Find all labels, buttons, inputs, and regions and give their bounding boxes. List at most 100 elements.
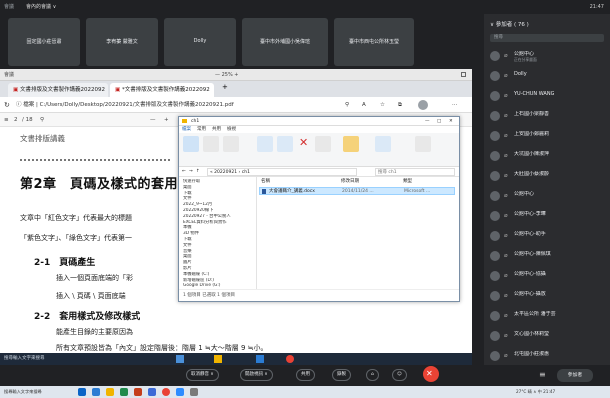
participant-row[interactable]: ⌀ 上石國小梁靜善: [490, 108, 606, 124]
unmute-button[interactable]: 取消靜音 ∨: [186, 369, 219, 381]
app-icon[interactable]: [190, 388, 198, 396]
participant-row[interactable]: ⌀ YU-CHUN WANG: [490, 88, 606, 104]
participant-row[interactable]: ⌀ 太平區公所 潘于芸: [490, 308, 606, 324]
participant-name: 大肚國小蔡淑齡: [514, 171, 550, 177]
participant-status: 正在分享畫面: [514, 57, 537, 62]
start-icon[interactable]: [78, 388, 86, 396]
zoom-icon[interactable]: ⚲: [345, 97, 349, 113]
avatar: [490, 111, 500, 121]
chrome-icon: [286, 355, 294, 363]
delete-icon[interactable]: ✕: [299, 136, 308, 150]
avatar: [490, 171, 500, 181]
ribbon-tab-view[interactable]: 檢視: [227, 126, 236, 133]
copy-icon[interactable]: [203, 136, 219, 152]
close-button[interactable]: ✕: [449, 117, 453, 126]
column-header-type[interactable]: 類型: [403, 178, 412, 184]
app-icon[interactable]: [148, 388, 156, 396]
zoom-out-icon[interactable]: —: [150, 113, 156, 127]
reactions-button[interactable]: ☺: [392, 369, 407, 381]
participant-tile[interactable]: 臺中市外埔國小吳偉瑄: [242, 18, 328, 66]
maximize-icon[interactable]: [461, 72, 466, 77]
raise-hand-button[interactable]: ⌂: [366, 369, 379, 381]
chrome-icon[interactable]: [162, 388, 170, 396]
avatar: [490, 51, 500, 61]
more-menu-icon[interactable]: ⋯: [452, 97, 458, 113]
meeting-title[interactable]: 會內的會議 ∨: [26, 0, 56, 14]
participant-name: Dolly: [514, 71, 527, 77]
mic-muted-icon: ⌀: [504, 292, 508, 299]
page-number[interactable]: 2: [14, 113, 18, 127]
copy-to-icon[interactable]: [277, 136, 293, 152]
taskbar-search[interactable]: 搜尋輸入文字來搜尋: [4, 386, 42, 398]
participant-tile[interactable]: 臺中市西屯公所林玉瑩: [334, 18, 414, 66]
participant-row[interactable]: ⌀ Dolly: [490, 68, 606, 84]
properties-icon[interactable]: [375, 136, 391, 152]
participant-tile[interactable]: 固定國小莊晉肅: [8, 18, 80, 66]
toc-icon[interactable]: ≡: [4, 113, 9, 127]
ribbon-tab-file[interactable]: 檔案: [182, 126, 191, 133]
mic-muted-icon: ⌀: [504, 52, 508, 59]
browser-tab[interactable]: ▣ 文書排版及文書製作講義2022092: [8, 83, 108, 97]
participant-row[interactable]: ⌀ 公館中心-協攝: [490, 268, 606, 284]
participants-header[interactable]: ∨ 參加者 ( 76 ): [490, 20, 529, 28]
back-icon[interactable]: ←: [182, 167, 186, 177]
column-header-date[interactable]: 修改日期: [341, 178, 359, 184]
record-button[interactable]: 錄製: [332, 369, 351, 381]
leave-call-button[interactable]: ✕: [423, 366, 439, 382]
more-options-icon[interactable]: ≡: [539, 369, 546, 381]
participant-search-input[interactable]: 搜尋: [490, 34, 604, 42]
column-header-name[interactable]: 名稱: [261, 178, 270, 184]
zoom-in-icon[interactable]: +: [164, 113, 169, 127]
video-button[interactable]: 開啟視訊 ∨: [240, 369, 273, 381]
forward-icon[interactable]: →: [189, 167, 193, 177]
zoom-app-icon[interactable]: [176, 388, 184, 396]
move-icon[interactable]: [257, 136, 273, 152]
mic-muted-icon: ⌀: [504, 332, 508, 339]
mic-muted-icon: ⌀: [504, 272, 508, 279]
collections-icon[interactable]: ⧉: [398, 97, 402, 113]
ribbon-tab-home[interactable]: 常用: [197, 126, 206, 133]
participant-row[interactable]: ⌀ 大肚國小蔡淑齡: [490, 168, 606, 184]
meeting-toolbar: 取消靜音 ∨ 開啟視訊 ∨ 共用 錄製 ⌂ ☺: [0, 365, 610, 386]
minimize-button[interactable]: —: [425, 117, 430, 126]
maximize-button[interactable]: □: [437, 117, 441, 126]
participant-row[interactable]: ⌀ 公館中心: [490, 188, 606, 204]
explorer-search-field[interactable]: 搜尋 ch1: [375, 168, 455, 176]
rename-icon[interactable]: [315, 136, 331, 152]
participant-row[interactable]: ⌀ 公館中心-助手: [490, 228, 606, 244]
url-field[interactable]: ⓘ 檔案 | C:/Users/Dolly/Desktop/20220921/文…: [16, 97, 336, 113]
select-all-icon[interactable]: [415, 136, 431, 152]
participants-button[interactable]: 參加者: [557, 369, 593, 382]
new-folder-icon[interactable]: [343, 136, 359, 152]
search-icon[interactable]: ⚲: [40, 113, 44, 127]
participant-tile[interactable]: 李宥蓁 嚴雅文: [86, 18, 158, 66]
participant-row[interactable]: ⌀ 公館中心 正在分享畫面: [490, 48, 606, 64]
reload-icon[interactable]: ↻: [4, 97, 10, 113]
paste-icon[interactable]: [223, 136, 239, 152]
participant-tile[interactable]: Dolly: [164, 18, 236, 66]
up-icon[interactable]: ↑: [196, 167, 200, 177]
browser-tab-active[interactable]: ▣ *文書排版及文書製作講義2022092: [110, 83, 214, 97]
doc-paragraph: 文章中「紅色文字」代表最大的標題: [20, 214, 132, 222]
profile-avatar[interactable]: [418, 100, 428, 110]
participant-row[interactable]: ⌀ 大坑國小陳淑萍: [490, 148, 606, 164]
participant-row[interactable]: ⌀ 文心國小林莉瑩: [490, 328, 606, 344]
participant-row[interactable]: ⌀ 北屯國小莊淑惠: [490, 348, 606, 364]
favorite-icon[interactable]: ☆: [380, 97, 385, 113]
participant-row[interactable]: ⌀ 公館中心-攝放: [490, 288, 606, 304]
participant-row[interactable]: ⌀ 公館中心-陳佩琪: [490, 248, 606, 264]
share-button[interactable]: 共用: [296, 369, 315, 381]
file-row[interactable]: 大會議職介_講義.docx 2014/11/24 ... Microsoft .…: [259, 187, 455, 195]
participant-row[interactable]: ⌀ 公館中心-李曄: [490, 208, 606, 224]
ribbon-tab-share[interactable]: 共用: [212, 126, 221, 133]
pin-icon[interactable]: [183, 136, 199, 152]
excel-icon[interactable]: [120, 388, 128, 396]
zoom-indicator[interactable]: — 25% +: [215, 69, 238, 81]
read-aloud-icon[interactable]: A: [362, 97, 366, 113]
word-icon[interactable]: [92, 388, 100, 396]
new-tab-button[interactable]: +: [222, 83, 228, 91]
path-field[interactable]: « 20220921 › ch1: [207, 168, 357, 176]
participant-row[interactable]: ⌀ 上安國小鄭麗莉: [490, 128, 606, 144]
powerpoint-icon[interactable]: [134, 388, 142, 396]
folder-icon[interactable]: [106, 388, 114, 396]
